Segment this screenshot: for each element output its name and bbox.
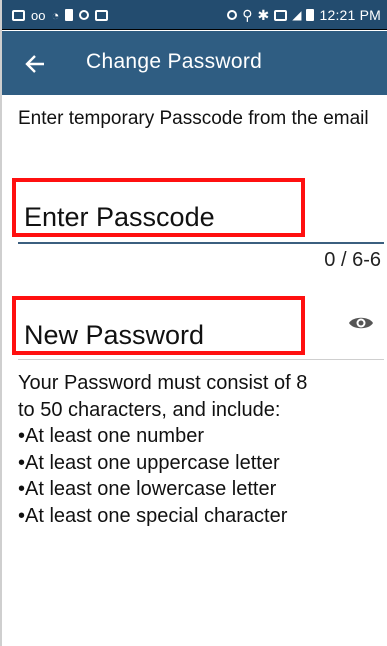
shield-icon: [79, 10, 90, 20]
passcode-field-underline: [18, 242, 384, 244]
status-bar: oo ◔ ⚲ ✱ ◢ 12:21 PM: [2, 0, 387, 30]
annotation-highlight-passcode: [12, 178, 305, 237]
passcode-character-counter: 0 / 6-6: [324, 249, 381, 271]
requirement-item: •At least one number: [18, 425, 204, 447]
requirement-item: •At least one uppercase letter: [18, 451, 280, 474]
gallery-icon: [12, 9, 25, 21]
battery-icon: [306, 9, 315, 21]
requirements-intro: Your Password must consist of 8 to 50 ch…: [18, 372, 308, 421]
eye-icon: [349, 317, 373, 329]
status-icons-left: oo ◔: [12, 7, 109, 23]
voicemail-icon: oo: [31, 7, 46, 23]
image-icon: [95, 9, 109, 21]
toggle-password-visibility-button[interactable]: [348, 312, 374, 334]
page-title: Change Password: [86, 50, 263, 73]
password-requirements: Your Password must consist of 8 to 50 ch…: [18, 370, 318, 529]
arrow-left-icon: [25, 55, 44, 73]
requirement-item: •At least one special character: [18, 504, 288, 527]
usb-icon: [65, 9, 74, 21]
back-button[interactable]: [20, 49, 50, 79]
location-icon: ⚲: [242, 6, 253, 23]
annotation-highlight-new-password: [12, 296, 305, 355]
signal-icon: ◢: [292, 8, 302, 22]
passcode-instruction: Enter temporary Passcode from the email: [18, 108, 369, 129]
bluetooth-icon: ✱: [257, 6, 270, 23]
status-time: 12:21 PM: [319, 7, 381, 23]
app-toolbar: Change Password: [2, 31, 387, 95]
vibrate-icon: [274, 9, 288, 21]
phone-screen: oo ◔ ⚲ ✱ ◢ 12:21 PM Change Password Ente…: [0, 0, 387, 646]
requirement-item: •At least one lowercase letter: [18, 478, 277, 500]
status-icons-right: ⚲ ✱ ◢ 12:21 PM: [227, 6, 381, 24]
wifi-icon: ◔: [51, 7, 60, 23]
sync-icon: [227, 10, 238, 20]
